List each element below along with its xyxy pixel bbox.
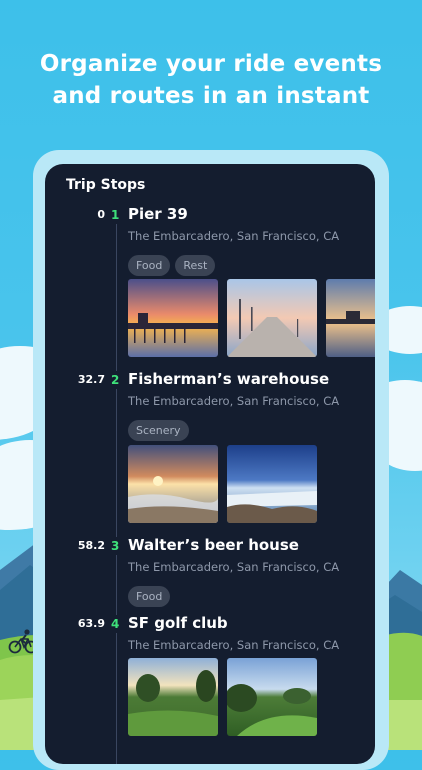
stop-distance: 32.7 xyxy=(77,373,105,386)
tag-rest[interactable]: Rest xyxy=(175,255,216,276)
photo-strip[interactable] xyxy=(128,445,317,523)
tag-scenery[interactable]: Scenery xyxy=(128,420,189,441)
photo-strip[interactable] xyxy=(128,279,375,357)
stop-name: Fisherman’s warehouse xyxy=(128,370,330,388)
stop-index: 1 xyxy=(110,206,121,224)
tag-food[interactable]: Food xyxy=(128,586,171,607)
stop-index: 3 xyxy=(110,537,121,555)
timeline-line xyxy=(116,222,117,764)
photo-pier-walkway[interactable] xyxy=(227,279,317,357)
photo-pier-sunset[interactable] xyxy=(128,279,218,357)
photo-sunset-waves[interactable] xyxy=(128,445,218,523)
stop-name: SF golf club xyxy=(128,614,228,632)
stop-address: The Embarcadero, San Francisco, CA xyxy=(128,229,340,243)
photo-golf-course-green[interactable] xyxy=(227,658,317,736)
stop-distance: 58.2 xyxy=(77,539,105,552)
stop-distance: 0 xyxy=(97,208,105,221)
photo-golf-course-sunrise[interactable] xyxy=(128,658,218,736)
photo-strip[interactable] xyxy=(128,658,317,736)
screen-title: Trip Stops xyxy=(66,177,146,193)
tag-list: Food Rest xyxy=(128,255,216,276)
headline-line-1: Organize your ride events xyxy=(39,51,383,77)
stop-address: The Embarcadero, San Francisco, CA xyxy=(128,638,340,652)
tag-food[interactable]: Food xyxy=(128,255,171,276)
phone-screen: Trip Stops 0 1 Pier 39 The Embarcadero, … xyxy=(45,164,375,764)
tag-list: Food xyxy=(128,586,171,607)
headline: Organize your ride events and routes in … xyxy=(0,48,422,112)
stop-index: 4 xyxy=(110,615,121,633)
headline-line-2: and routes in an instant xyxy=(52,83,370,109)
tag-list: Scenery xyxy=(128,420,189,441)
stop-name: Pier 39 xyxy=(128,205,188,223)
stop-address: The Embarcadero, San Francisco, CA xyxy=(128,560,340,574)
photo-rocky-beach[interactable] xyxy=(227,445,317,523)
stop-distance: 63.9 xyxy=(77,617,105,630)
photo-pier-dusk[interactable] xyxy=(326,279,375,357)
stop-name: Walter’s beer house xyxy=(128,536,299,554)
stop-address: The Embarcadero, San Francisco, CA xyxy=(128,394,340,408)
stop-index: 2 xyxy=(110,371,121,389)
